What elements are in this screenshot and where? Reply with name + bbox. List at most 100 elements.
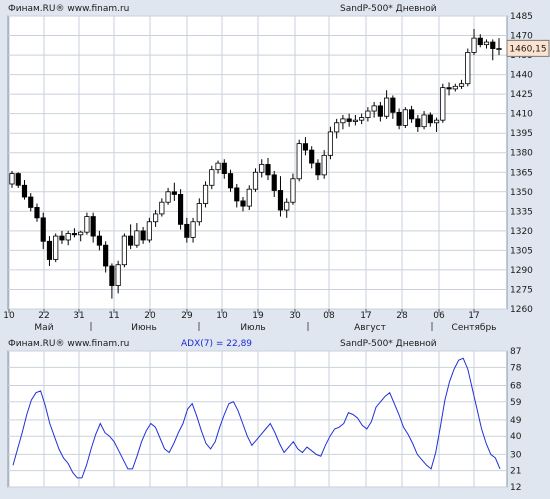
candle-up [452, 85, 458, 90]
candle-down [315, 162, 321, 176]
candle-up [209, 169, 215, 186]
candle-up [196, 203, 202, 223]
adx-y-tick-label: 59 [510, 398, 522, 408]
candle-up [421, 114, 427, 128]
candle-up [165, 191, 171, 203]
candle-down [240, 200, 246, 207]
price-y-tick-label: 1335 [510, 207, 533, 217]
candle-down [346, 118, 352, 122]
candle-up [296, 143, 302, 180]
month-label: Июнь [131, 323, 157, 333]
x-tick-label: 08 [323, 311, 335, 321]
candle-down [96, 235, 102, 246]
candle-up [153, 213, 159, 223]
candle-down [227, 173, 234, 189]
candle-down [15, 173, 21, 186]
adx-y-tick-label: 21 [510, 467, 521, 477]
candle-up [334, 122, 340, 133]
candle-up [159, 201, 165, 215]
candle-up [84, 216, 90, 233]
candle-down [265, 164, 271, 176]
x-tick-label: 30 [289, 311, 301, 321]
x-tick-label: 20 [144, 311, 156, 321]
candle-up [259, 164, 265, 173]
candle-down [109, 265, 115, 286]
candle-up [121, 235, 127, 266]
candle-up [371, 105, 377, 112]
candle-up [321, 154, 327, 176]
candle-up [78, 231, 84, 236]
candle-down [171, 191, 177, 195]
candle-up [440, 87, 446, 121]
candle-down [221, 162, 227, 174]
month-label: Июль [240, 323, 265, 333]
x-tick-label: 28 [396, 311, 408, 321]
candle-down [90, 216, 96, 237]
candle-up [284, 201, 290, 211]
x-tick-label: 22 [38, 311, 49, 321]
candle-up [402, 109, 408, 126]
price-y-tick-label: 1290 [510, 266, 533, 276]
adx-y-tick-label: 40 [510, 432, 522, 442]
candle-up [65, 233, 71, 241]
candle-down [128, 235, 134, 246]
candle-up [496, 48, 502, 50]
x-tick-label: 06 [433, 311, 445, 321]
adx-y-tick-label: 68 [510, 381, 522, 391]
candle-down [184, 223, 190, 238]
chart-canvas: 1260 1275 1290 1305 1320 1335 1350 1365 1380 1395… [3, 12, 550, 493]
candle-up [252, 171, 259, 190]
candle-up [146, 221, 152, 241]
candle-down [409, 109, 415, 120]
candle-down [277, 190, 284, 211]
candle-down [40, 217, 46, 242]
price-y-tick-label: 1320 [510, 227, 533, 237]
price-y-tick-label: 1485 [510, 12, 533, 22]
last-price-label: 1460,15 [509, 44, 546, 54]
candle-up [202, 184, 209, 204]
price-y-tick-label: 1305 [510, 246, 533, 256]
candle-down [427, 114, 433, 124]
candle-up [471, 37, 477, 53]
candle-down [46, 240, 53, 260]
x-tick-label: 17 [360, 311, 371, 321]
price-y-tick-label: 1275 [510, 285, 533, 295]
adx-y-tick-label: 30 [510, 450, 522, 460]
candle-up [483, 41, 490, 46]
adx-y-tick-label: 49 [510, 416, 522, 426]
candle-down [177, 194, 184, 225]
candle-up [384, 97, 390, 117]
adx-y-tick-label: 87 [510, 347, 521, 357]
candle-up [115, 264, 121, 286]
candle-up [53, 235, 59, 260]
price-y-tick-label: 1425 [510, 90, 533, 100]
candle-up [215, 162, 221, 171]
adx-y-tick-label: 12 [510, 483, 521, 493]
candle-down [415, 118, 421, 128]
candle-up [458, 83, 465, 87]
price-y-tick-label: 1350 [510, 188, 533, 198]
x-tick-label: 11 [108, 311, 119, 321]
price-y-tick-label: 1410 [510, 110, 533, 120]
candle-down [477, 37, 483, 46]
candle-down [396, 111, 402, 126]
candle-down [390, 97, 396, 113]
price-y-tick-label: 1365 [510, 168, 533, 178]
candle-up [433, 119, 440, 124]
candle-down [271, 174, 277, 191]
candle-down [71, 233, 78, 236]
x-tick-label: 29 [181, 311, 193, 321]
candle-up [246, 188, 252, 207]
candle-up [340, 118, 346, 124]
adx-y-tick-label: 78 [510, 363, 522, 373]
candle-up [327, 131, 334, 156]
month-label: Май [34, 323, 53, 333]
candle-down [446, 87, 452, 90]
month-label: Сентябрь [452, 323, 497, 333]
candle-up [190, 221, 196, 238]
candle-up [290, 178, 296, 203]
x-tick-label: 17 [468, 311, 479, 321]
candle-up [465, 52, 471, 85]
candle-down [103, 244, 109, 267]
candle-up [365, 110, 371, 118]
